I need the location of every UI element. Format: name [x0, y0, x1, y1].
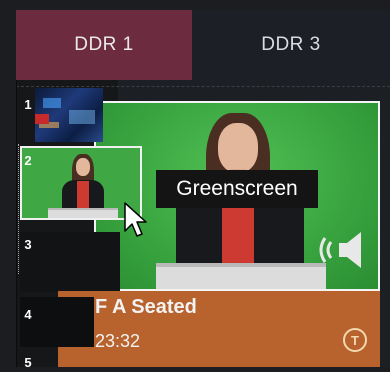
- row-number-1: 1: [24, 96, 32, 112]
- playlist-left-divider: [16, 80, 17, 367]
- speaker-audio-icon[interactable]: [313, 226, 367, 274]
- title-badge-icon[interactable]: T: [343, 328, 367, 352]
- ddr-tab-bar: DDR 1 DDR 3: [16, 10, 390, 80]
- news-desk: [156, 267, 326, 289]
- clip-duration: 23:32: [95, 331, 141, 351]
- mouse-pointer-icon: [124, 202, 147, 237]
- ddr-panel: DDR 1 DDR 3 F A Seated 23:32 T 1 2 3 4 5…: [0, 0, 390, 370]
- tab-ddr-3[interactable]: DDR 3: [192, 10, 390, 80]
- row-number-5: 5: [24, 354, 32, 370]
- clip-tooltip: Greenscreen: [156, 170, 318, 208]
- row-number-3: 3: [24, 236, 32, 252]
- clip-thumbnail-1[interactable]: [35, 88, 103, 142]
- row-number-4: 4: [24, 306, 32, 322]
- clip-title: F A Seated: [95, 296, 197, 318]
- tab-ddr-1[interactable]: DDR 1: [16, 10, 192, 80]
- row-number-2: 2: [24, 152, 32, 168]
